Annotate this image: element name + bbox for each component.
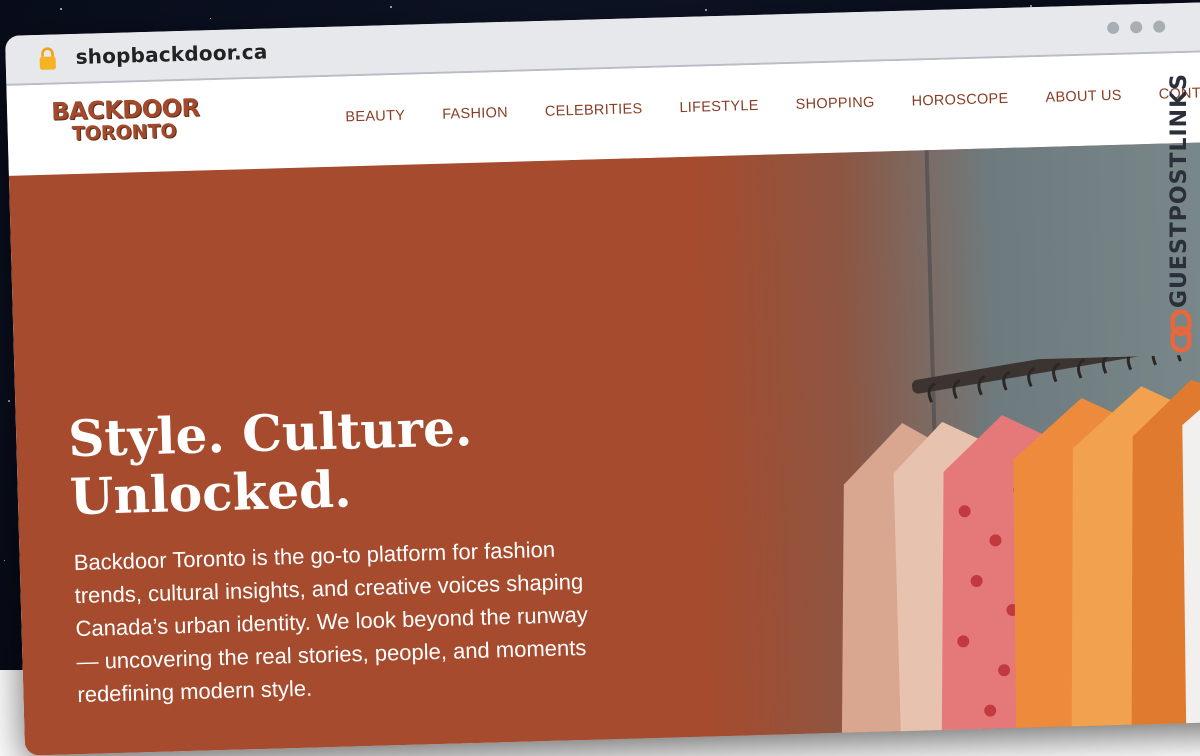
star xyxy=(4,560,5,561)
browser-window: shopbackdoor.ca BACKDOOR TORONTO BEAUTY … xyxy=(0,0,1200,670)
clothing-rack-illustration xyxy=(831,353,1200,755)
window-dot[interactable] xyxy=(1107,22,1119,34)
nav-item-beauty[interactable]: BEAUTY xyxy=(345,108,405,126)
star xyxy=(8,400,10,402)
nav-item-celebrities[interactable]: CELEBRITIES xyxy=(545,101,643,120)
logo-line2: TORONTO xyxy=(71,121,192,144)
watermark: GUESTPOSTLINKS xyxy=(1164,58,1198,358)
window-controls xyxy=(1107,20,1165,34)
nav-item-lifestyle[interactable]: LIFESTYLE xyxy=(679,98,759,116)
watermark-text: GUESTPOSTLINKS xyxy=(1167,73,1192,308)
link-icon xyxy=(1166,308,1196,354)
window-dot[interactable] xyxy=(1130,21,1142,33)
lock-icon xyxy=(35,46,60,71)
hero-description: Backdoor Toronto is the go-to platform f… xyxy=(73,532,597,711)
hero-title: Style. Culture. Unlocked. xyxy=(67,399,474,526)
nav-item-horoscope[interactable]: HOROSCOPE xyxy=(911,91,1008,110)
nav-item-about-us[interactable]: ABOUT US xyxy=(1045,88,1122,106)
address-bar-url[interactable]: shopbackdoor.ca xyxy=(75,40,268,69)
hero-title-line1: Style. Culture. xyxy=(67,398,473,468)
browser-frame: shopbackdoor.ca BACKDOOR TORONTO BEAUTY … xyxy=(5,2,1200,756)
hero-title-line2: Unlocked. xyxy=(69,459,352,526)
site-logo[interactable]: BACKDOOR TORONTO xyxy=(51,95,193,161)
nav-item-shopping[interactable]: SHOPPING xyxy=(795,95,874,113)
window-dot[interactable] xyxy=(1153,20,1165,32)
hero-section: Style. Culture. Unlocked. Backdoor Toron… xyxy=(9,141,1200,755)
main-nav: BEAUTY FASHION CELEBRITIES LIFESTYLE SHO… xyxy=(345,85,1200,126)
nav-item-fashion[interactable]: FASHION xyxy=(442,105,508,123)
